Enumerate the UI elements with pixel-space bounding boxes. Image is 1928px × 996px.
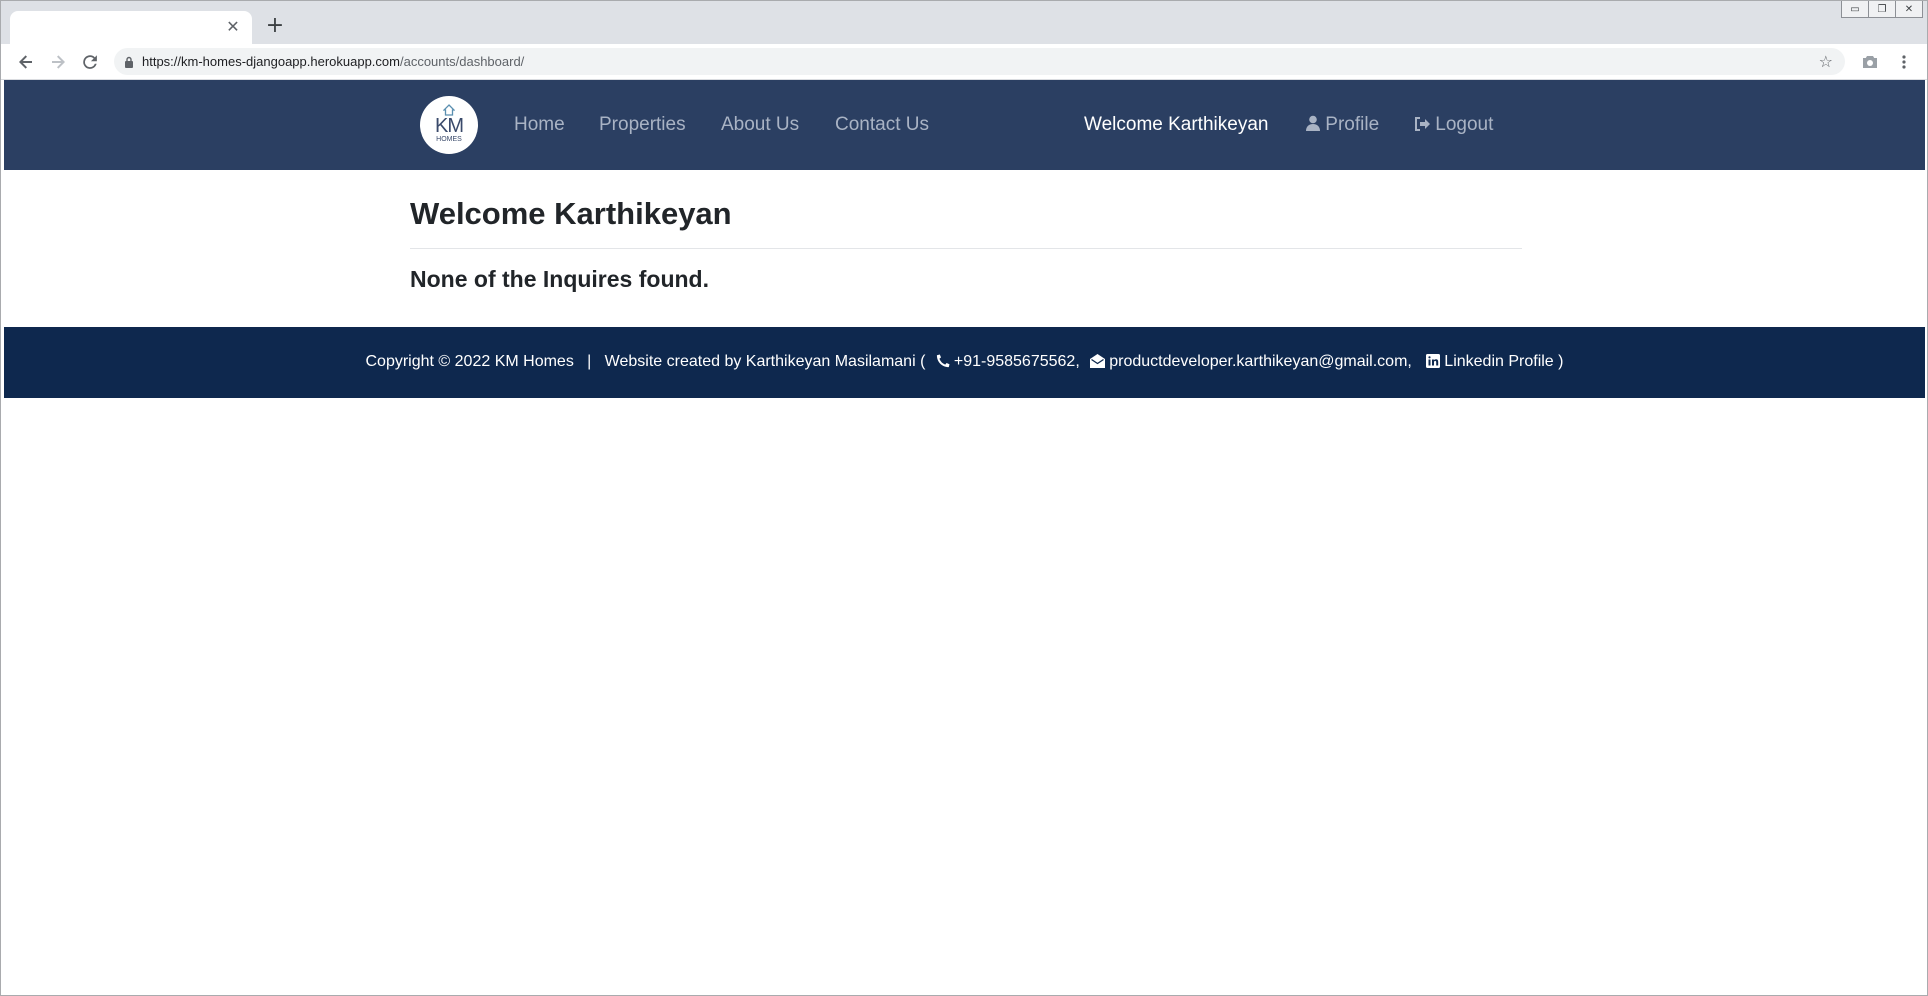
linkedin-icon <box>1426 354 1441 368</box>
nav-properties-link[interactable]: Properties <box>599 114 686 136</box>
site-navbar: KM HOMES Home Properties About Us Contac… <box>4 80 1925 170</box>
footer-phone[interactable]: +91-9585675562, <box>954 353 1080 370</box>
forward-arrow-icon[interactable] <box>47 51 69 73</box>
footer-copyright: Copyright © 2022 KM Homes <box>365 353 574 370</box>
sign-out-icon <box>1415 117 1430 131</box>
footer-separator: | <box>587 353 592 370</box>
star-icon[interactable]: ☆ <box>1819 52 1833 71</box>
web-page: KM HOMES Home Properties About Us Contac… <box>4 80 1925 994</box>
nav-contact-link[interactable]: Contact Us <box>835 114 929 136</box>
nav-home-link[interactable]: Home <box>514 114 565 136</box>
browser-toolbar: https://km-homes-djangoapp.herokuapp.com… <box>1 44 1927 80</box>
logo-text: KM <box>435 115 464 137</box>
new-tab-button[interactable]: + <box>264 15 286 37</box>
logout-label: Logout <box>1435 114 1494 135</box>
site-footer: Copyright © 2022 KM Homes | Website crea… <box>4 327 1925 398</box>
profile-label: Profile <box>1325 114 1380 135</box>
browser-tab[interactable]: ✕ <box>10 11 252 44</box>
nav-logout-link[interactable]: Logout <box>1414 114 1493 136</box>
nav-profile-link[interactable]: Profile <box>1306 114 1379 136</box>
divider <box>410 248 1522 249</box>
user-icon <box>1306 115 1320 131</box>
lock-icon <box>124 55 134 73</box>
url-text: https://km-homes-djangoapp.herokuapp.com… <box>142 54 524 69</box>
window-controls: ▭ ❐ ✕ <box>1841 1 1923 19</box>
envelope-open-icon <box>1090 354 1106 368</box>
footer-closing: ) <box>1558 353 1564 370</box>
footer-credit: Website created by Karthikeyan Masilaman… <box>604 353 926 370</box>
browser-window: ✕ + ▭ ❐ ✕ https://km-homes-djangoapp.her… <box>0 0 1928 996</box>
tab-strip: ✕ + ▭ ❐ ✕ <box>1 1 1927 44</box>
menu-dots-icon[interactable] <box>1893 51 1915 73</box>
footer-email[interactable]: productdeveloper.karthikeyan@gmail.com, <box>1109 353 1412 370</box>
address-bar[interactable]: https://km-homes-djangoapp.herokuapp.com… <box>114 48 1845 75</box>
restore-button[interactable]: ❐ <box>1868 1 1896 18</box>
page-title: Welcome Karthikeyan <box>410 196 732 231</box>
reload-icon[interactable] <box>79 51 101 73</box>
url-host: https://km-homes-djangoapp.herokuapp.com <box>142 54 400 69</box>
footer-text: Copyright © 2022 KM Homes | Website crea… <box>4 353 1925 371</box>
close-window-button[interactable]: ✕ <box>1895 1 1923 18</box>
minimize-button[interactable]: ▭ <box>1841 1 1869 18</box>
nav-about-link[interactable]: About Us <box>721 114 799 136</box>
phone-icon <box>936 354 950 368</box>
site-logo[interactable]: KM HOMES <box>420 96 478 154</box>
url-path: /accounts/dashboard/ <box>399 54 525 69</box>
inquiries-empty-message: None of the Inquires found. <box>410 266 709 292</box>
footer-linkedin-link[interactable]: Linkedin Profile <box>1444 353 1553 370</box>
tab-close-icon[interactable]: ✕ <box>224 18 242 36</box>
logo-subtext: HOMES <box>436 136 462 143</box>
camera-icon[interactable] <box>1859 51 1881 73</box>
nav-welcome-text: Welcome Karthikeyan <box>1084 114 1269 135</box>
back-arrow-icon[interactable] <box>15 51 37 73</box>
